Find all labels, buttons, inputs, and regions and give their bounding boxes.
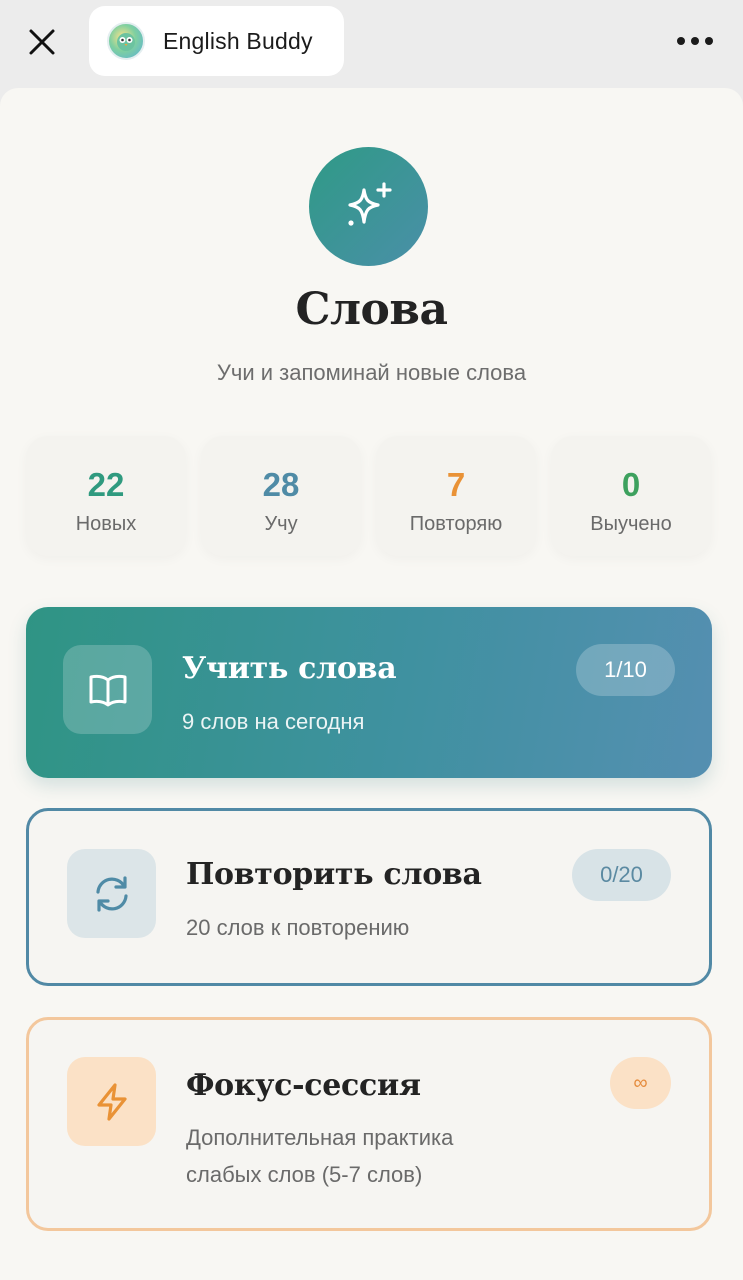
stat-value: 0 bbox=[621, 466, 641, 503]
card-title: Учить слова bbox=[182, 651, 397, 686]
review-words-card[interactable]: Повторить слова 20 слов к повторению 0/2… bbox=[26, 808, 712, 986]
page-subtitle: Учи и запоминай новые слова bbox=[216, 360, 527, 385]
card-icon-box bbox=[67, 849, 156, 938]
app-title: English Buddy bbox=[163, 27, 313, 54]
stat-value: 28 bbox=[262, 466, 300, 503]
card-subtitle-line: слабых слов (5-7 слов) bbox=[186, 1162, 423, 1187]
close-button[interactable] bbox=[22, 22, 62, 62]
refresh-icon bbox=[95, 875, 128, 912]
progress-badge: 1/10 bbox=[576, 644, 675, 696]
learn-words-card[interactable]: Учить слова 9 слов на сегодня 1/10 bbox=[26, 607, 712, 778]
stat-reviewing: 7 Повторяю bbox=[376, 436, 536, 556]
progress-badge: 0/20 bbox=[572, 849, 671, 901]
card-subtitle-line: Дополнительная практика bbox=[186, 1125, 454, 1150]
book-open-icon bbox=[89, 674, 126, 706]
app-tab[interactable]: English Buddy bbox=[89, 6, 344, 76]
stat-value: 22 bbox=[87, 466, 125, 503]
infinity-badge: ∞ bbox=[610, 1057, 671, 1109]
stat-learned: 0 Выучено bbox=[551, 436, 711, 556]
card-title: Фокус-сессия bbox=[186, 1068, 421, 1103]
main-sheet: Слова Учи и запоминай новые слова 22 Нов… bbox=[0, 88, 743, 1280]
close-icon bbox=[29, 29, 55, 55]
stat-learning: 28 Учу bbox=[201, 436, 361, 556]
stat-label: Выучено bbox=[590, 513, 672, 535]
card-icon-box bbox=[63, 645, 152, 734]
stat-label: Учу bbox=[264, 513, 298, 535]
top-bar: English Buddy bbox=[0, 0, 743, 88]
stat-new: 22 Новых bbox=[26, 436, 186, 556]
focus-session-card[interactable]: Фокус-сессия Дополнительная практика сла… bbox=[26, 1017, 712, 1231]
more-options-button[interactable] bbox=[672, 24, 718, 58]
stat-label: Новых bbox=[75, 513, 137, 535]
card-title: Повторить слова bbox=[186, 857, 482, 892]
page-title: Слова bbox=[295, 284, 448, 335]
stat-value: 7 bbox=[446, 466, 466, 503]
card-subtitle: Дополнительная практика слабых слов (5-7… bbox=[186, 1119, 453, 1193]
hero-icon-circle bbox=[309, 147, 428, 266]
owl-logo-icon bbox=[117, 33, 135, 51]
app-logo bbox=[107, 22, 145, 60]
more-dots-icon bbox=[677, 37, 685, 45]
lightning-icon bbox=[96, 1082, 127, 1121]
card-subtitle: 9 слов на сегодня bbox=[182, 709, 365, 734]
sparkles-icon bbox=[347, 181, 392, 226]
card-icon-box bbox=[67, 1057, 156, 1146]
card-subtitle: 20 слов к повторению bbox=[186, 915, 410, 940]
stat-label: Повторяю bbox=[409, 513, 503, 535]
